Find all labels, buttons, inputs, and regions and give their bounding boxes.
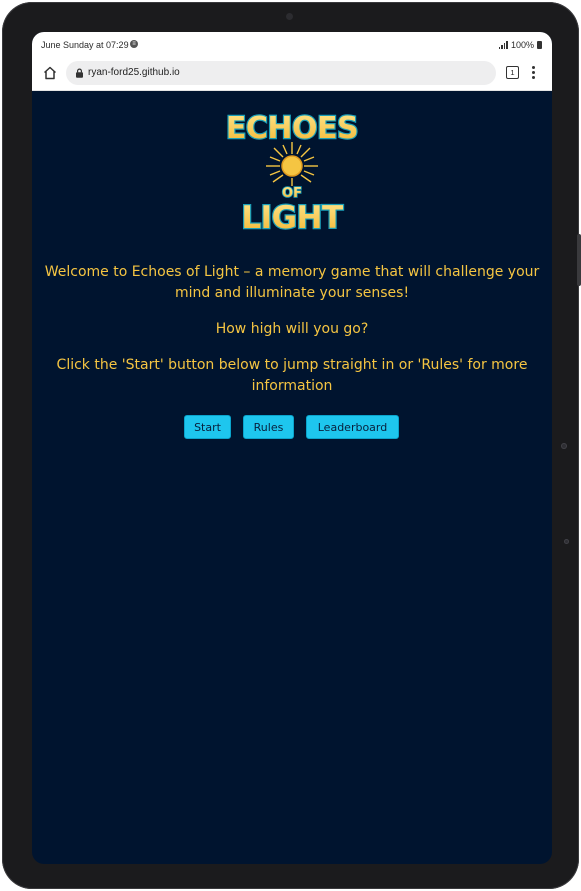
question-paragraph: How high will you go?: [32, 319, 552, 340]
tablet-frame: June Sunday at 07:29 ≡ 100% ryan-ford25.: [2, 2, 581, 889]
signal-icon: [498, 41, 508, 49]
tab-switcher-icon[interactable]: 1: [506, 66, 519, 79]
logo-echoes: ECHOES: [226, 111, 358, 146]
instructions-paragraph: Click the 'Start' button below to jump s…: [32, 355, 552, 397]
address-bar[interactable]: ryan-ford25.github.io: [66, 61, 496, 85]
rules-button[interactable]: Rules: [243, 415, 294, 439]
echoes-of-light-logo: ECHOES OF LIGHT: [225, 110, 359, 232]
status-time: June Sunday at 07:29: [41, 40, 129, 50]
start-button[interactable]: Start: [184, 415, 231, 439]
status-bar: June Sunday at 07:29 ≡ 100%: [32, 32, 552, 57]
home-icon[interactable]: [42, 65, 58, 81]
button-row: Start Rules Leaderboard: [32, 415, 552, 441]
url-text[interactable]: ryan-ford25.github.io: [88, 67, 180, 78]
sun-core: [281, 155, 303, 177]
logo-light: LIGHT: [241, 200, 343, 232]
front-camera: [286, 13, 293, 20]
power-button: [577, 234, 581, 286]
battery-percent: 100%: [510, 40, 534, 50]
question-text: How high will you go?: [215, 321, 369, 337]
browser-toolbar: ryan-ford25.github.io 1: [32, 57, 552, 91]
screen: June Sunday at 07:29 ≡ 100% ryan-ford25.: [32, 32, 552, 864]
logo-of: OF: [282, 186, 302, 201]
more-vertical-icon[interactable]: [532, 66, 536, 80]
welcome-text: Welcome to Echoes of Light – a memory ga…: [44, 264, 540, 301]
notification-icon: ≡: [130, 40, 138, 48]
side-sensor: [561, 443, 567, 449]
instructions-text: Click the 'Start' button below to jump s…: [56, 357, 528, 394]
leaderboard-button[interactable]: Leaderboard: [306, 415, 399, 439]
lock-icon: [76, 68, 83, 78]
welcome-paragraph: Welcome to Echoes of Light – a memory ga…: [32, 262, 552, 304]
status-right: 100%: [498, 40, 542, 50]
battery-icon: [537, 41, 542, 49]
side-mic: [564, 539, 569, 544]
